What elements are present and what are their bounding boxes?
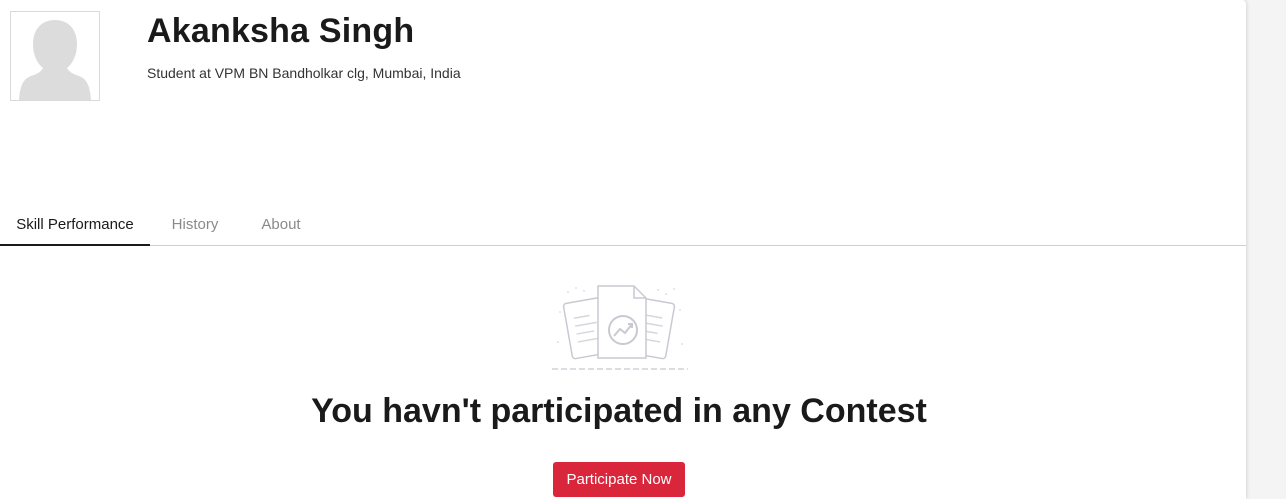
profile-name: Akanksha Singh (147, 12, 415, 50)
tab-skill-performance[interactable]: Skill Performance (0, 205, 150, 246)
participate-now-button[interactable]: Participate Now (553, 462, 685, 497)
default-user-silhouette-icon (11, 12, 99, 100)
profile-tabs: Skill Performance History About (0, 205, 1246, 246)
profile-card: Akanksha Singh Student at VPM BN Bandhol… (0, 0, 1246, 499)
profile-headline: Student at VPM BN Bandholkar clg, Mumbai… (147, 65, 461, 81)
tab-history[interactable]: History (150, 205, 240, 245)
documents-chart-icon (552, 285, 688, 370)
empty-state-title: You havn't participated in any Contest (311, 392, 927, 430)
avatar (10, 11, 100, 101)
tab-about[interactable]: About (240, 205, 322, 245)
page-background-right (1246, 0, 1286, 499)
